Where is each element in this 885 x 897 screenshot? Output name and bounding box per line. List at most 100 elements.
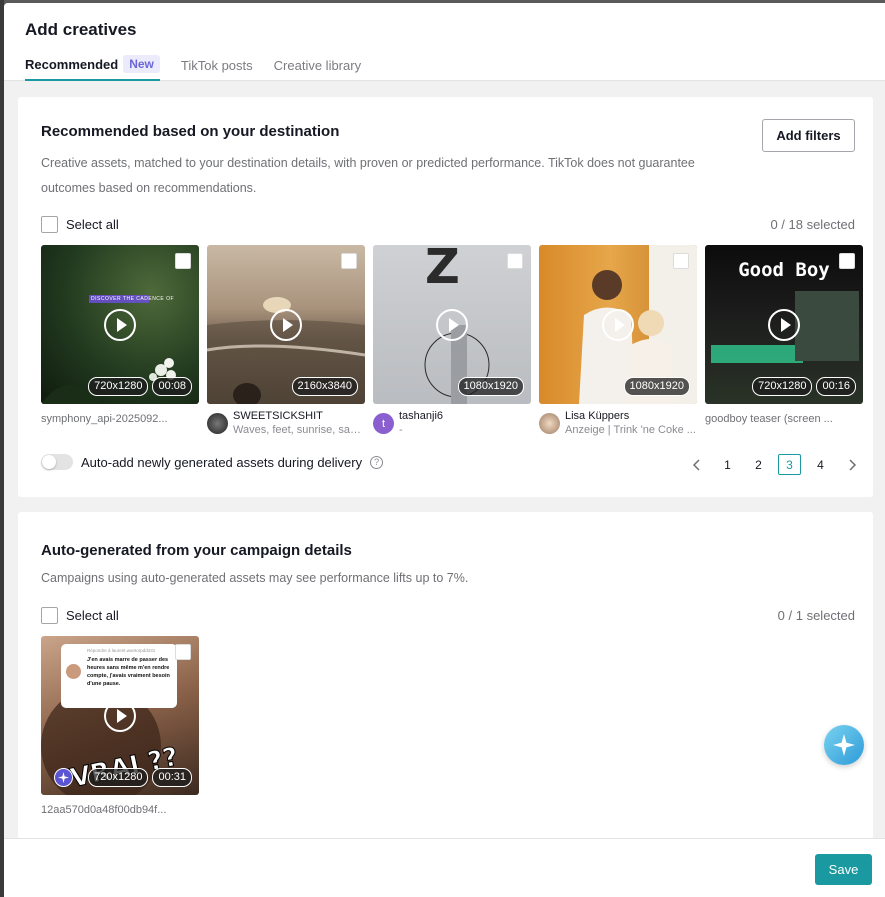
autogen-grid: VRAI ?? Répondre à laurent.wantorpdd431 … xyxy=(41,636,199,833)
creative-card: 1080x1920 Lisa Küppers Anzeige | Trink '… xyxy=(539,245,697,442)
creative-card: DISCOVER THE CADENCE OF 720x1280 00:08 s… xyxy=(41,245,199,442)
creative-tags: 720x1280 00:08 xyxy=(88,377,192,396)
pagination: 1 2 3 4 xyxy=(685,454,863,475)
resolution-tag: 1080x1920 xyxy=(457,377,524,396)
selected-count: 0 / 18 selected xyxy=(770,217,855,232)
select-all-label: Select all xyxy=(66,217,119,232)
creative-thumbnail[interactable]: 2160x3840 xyxy=(207,245,365,404)
play-icon[interactable] xyxy=(768,308,800,341)
creative-checkbox[interactable] xyxy=(175,644,191,660)
modal-footer: Save xyxy=(4,838,885,897)
avatar xyxy=(66,664,81,679)
creator-name: SWEETSICKSHIT xyxy=(233,410,323,422)
help-icon[interactable]: ? xyxy=(370,455,384,469)
creative-meta: symphony_api-2025092... xyxy=(41,410,199,442)
chevron-right-icon[interactable] xyxy=(840,454,863,475)
tab-creative-library-label: Creative library xyxy=(273,58,362,73)
creative-name: 12aa570d0a48f00db94f... xyxy=(41,804,167,816)
comment-bubble: Répondre à laurent.wantorpdd431 J'en ava… xyxy=(61,644,177,708)
creative-checkbox[interactable] xyxy=(341,253,357,269)
creator-name: Lisa Küppers xyxy=(565,410,630,422)
creative-meta: 12aa570d0a48f00db94f... xyxy=(41,801,199,833)
creative-checkbox[interactable] xyxy=(175,253,191,269)
recommended-section: Recommended based on your destination Ad… xyxy=(18,97,873,497)
page-1[interactable]: 1 xyxy=(716,454,739,475)
autogen-section: Auto-generated from your campaign detail… xyxy=(18,512,873,838)
select-all-checkbox[interactable] xyxy=(41,607,58,624)
modal-body[interactable]: Recommended based on your destination Ad… xyxy=(4,82,885,838)
creative-meta: Lisa Küppers Anzeige | Trink 'ne Coke ..… xyxy=(539,410,697,442)
creative-thumbnail[interactable]: DISCOVER THE CADENCE OF 720x1280 00:08 xyxy=(41,245,199,404)
auto-add-row: Auto-add newly generated assets during d… xyxy=(41,454,384,470)
creative-meta: t tashanji6 - xyxy=(373,410,531,442)
chevron-left-icon[interactable] xyxy=(685,454,708,475)
play-icon[interactable] xyxy=(436,308,468,341)
assistant-icon[interactable] xyxy=(824,725,864,765)
creative-tags: 2160x3840 xyxy=(291,377,358,396)
avatar xyxy=(539,413,560,434)
tab-creative-library[interactable]: Creative library xyxy=(274,58,361,80)
creator-name: tashanji6 xyxy=(399,410,444,422)
selected-count: 0 / 1 selected xyxy=(777,608,855,623)
creative-meta: goodboy teaser (screen ... xyxy=(705,410,863,442)
avatar xyxy=(207,413,228,434)
creative-card: Good Boy 720x1280 00:16 goodboy teaser (… xyxy=(705,245,863,442)
creative-thumbnail[interactable]: Z 1080x1920 xyxy=(373,245,531,404)
bubble-reply: Répondre à laurent.wantorpdd431 xyxy=(87,648,156,653)
page-3-current[interactable]: 3 xyxy=(778,454,801,475)
modal-title: Add creatives xyxy=(25,20,137,39)
resolution-tag: 720x1280 xyxy=(752,377,813,396)
select-all-recommended[interactable]: Select all xyxy=(41,216,119,233)
play-icon[interactable] xyxy=(602,308,634,341)
modal-header: Add creatives Recommended New TikTok pos… xyxy=(4,3,885,81)
creative-tags: 720x1280 00:16 xyxy=(752,377,856,396)
autogen-description: Campaigns using auto-generated assets ma… xyxy=(41,571,469,585)
creator-caption: Anzeige | Trink 'ne Coke ... xyxy=(565,424,696,436)
page-2[interactable]: 2 xyxy=(747,454,770,475)
creative-checkbox[interactable] xyxy=(839,253,855,269)
tab-tiktok-posts-label: TikTok posts xyxy=(180,58,253,73)
sparkle-icon xyxy=(54,768,73,787)
creative-thumbnail[interactable]: VRAI ?? Répondre à laurent.wantorpdd431 … xyxy=(41,636,199,795)
bubble-text: J'en avais marre de passer des heures sa… xyxy=(87,657,170,687)
avatar: t xyxy=(373,413,394,434)
duration-tag: 00:16 xyxy=(816,377,856,396)
recommended-description: Creative assets, matched to your destina… xyxy=(41,156,695,195)
creative-tags: 1080x1920 xyxy=(457,377,524,396)
creative-card: 2160x3840 SWEETSICKSHIT Waves, feet, sun… xyxy=(207,245,365,442)
overlay-caption: DISCOVER THE CADENCE OF xyxy=(91,296,175,302)
resolution-tag: 720x1280 xyxy=(88,377,149,396)
creative-checkbox[interactable] xyxy=(507,253,523,269)
add-filters-button[interactable]: Add filters xyxy=(762,119,855,152)
duration-tag: 00:08 xyxy=(152,377,192,396)
page-4[interactable]: 4 xyxy=(809,454,832,475)
select-all-label: Select all xyxy=(66,608,119,623)
resolution-tag: 720x1280 xyxy=(88,768,149,787)
play-icon[interactable] xyxy=(104,699,136,732)
creative-tags: 720x1280 00:31 xyxy=(88,768,192,787)
select-all-checkbox[interactable] xyxy=(41,216,58,233)
resolution-tag: 2160x3840 xyxy=(291,377,358,396)
overlay-letter: Z xyxy=(425,245,460,295)
auto-add-toggle[interactable] xyxy=(41,454,73,470)
play-icon[interactable] xyxy=(270,308,302,341)
tab-bar: Recommended New TikTok posts Creative li… xyxy=(25,51,864,81)
auto-add-label: Auto-add newly generated assets during d… xyxy=(81,454,363,470)
recommended-title: Recommended based on your destination xyxy=(41,123,340,140)
play-icon[interactable] xyxy=(104,308,136,341)
creator-caption: Waves, feet, sunrise, san... xyxy=(233,424,365,436)
creative-thumbnail[interactable]: 1080x1920 xyxy=(539,245,697,404)
duration-tag: 00:31 xyxy=(152,768,192,787)
resolution-tag: 1080x1920 xyxy=(623,377,690,396)
creative-meta: SWEETSICKSHIT Waves, feet, sunrise, san.… xyxy=(207,410,365,442)
creative-thumbnail[interactable]: Good Boy 720x1280 00:16 xyxy=(705,245,863,404)
select-all-autogen[interactable]: Select all xyxy=(41,607,119,624)
creator-caption: - xyxy=(399,424,403,436)
tab-recommended[interactable]: Recommended New xyxy=(25,55,160,81)
save-button[interactable]: Save xyxy=(815,854,872,885)
creative-checkbox[interactable] xyxy=(673,253,689,269)
tab-tiktok-posts[interactable]: TikTok posts xyxy=(181,58,253,80)
creative-tags: 1080x1920 xyxy=(623,377,690,396)
creative-card: VRAI ?? Répondre à laurent.wantorpdd431 … xyxy=(41,636,199,833)
tab-recommended-label: Recommended xyxy=(25,56,119,72)
